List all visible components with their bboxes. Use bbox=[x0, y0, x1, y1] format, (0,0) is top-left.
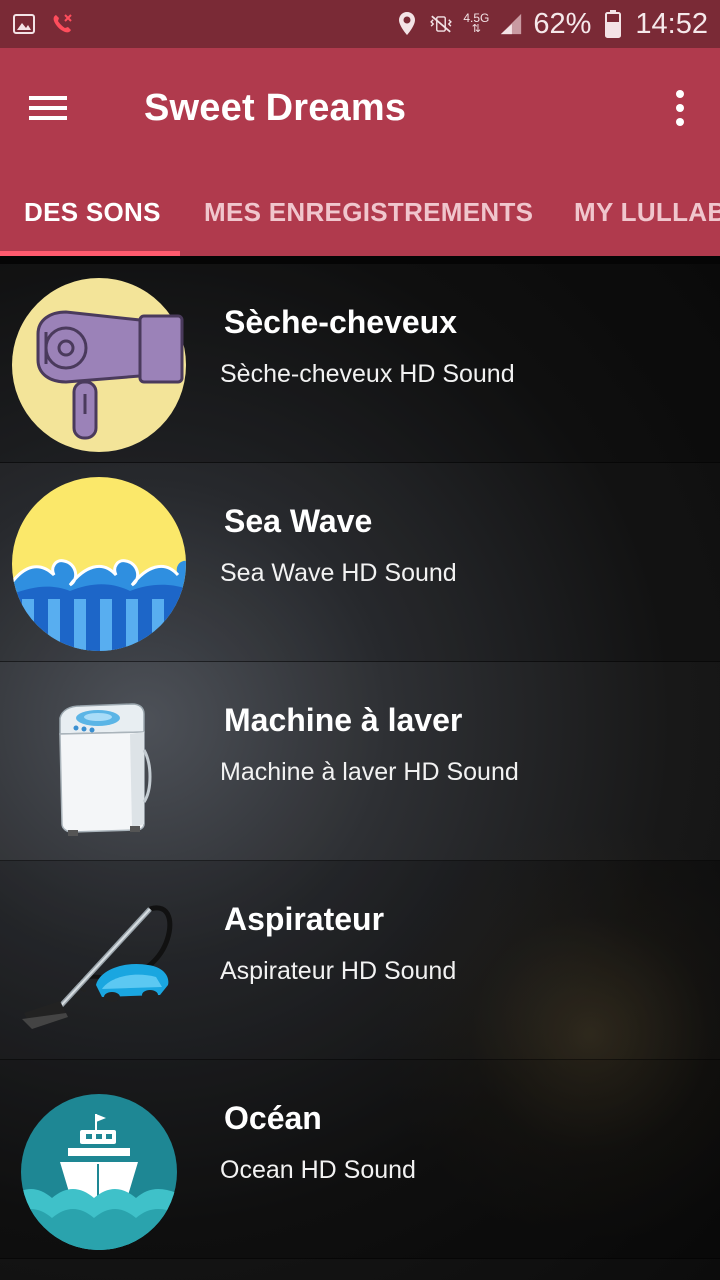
signal-icon bbox=[499, 12, 523, 36]
list-item[interactable]: Machine à laver Machine à laver HD Sound bbox=[0, 662, 720, 861]
tab-mes-enregistrements[interactable]: MES ENREGISTREMENTS bbox=[204, 168, 533, 256]
sound-list: Sèche-cheveux Sèche-cheveux HD Sound Sea… bbox=[0, 264, 720, 1280]
app-title: Sweet Dreams bbox=[144, 86, 407, 129]
sound-subtitle: Sèche-cheveux HD Sound bbox=[220, 360, 515, 388]
list-item[interactable]: Sea Wave Sea Wave HD Sound bbox=[0, 463, 720, 662]
list-item[interactable]: Sèche-cheveux Sèche-cheveux HD Sound bbox=[0, 264, 720, 463]
battery-percent: 62% bbox=[533, 7, 592, 40]
washing-machine-icon bbox=[59, 703, 152, 836]
tab-bar: DES SONS MES ENREGISTREMENTS MY LULLAB bbox=[0, 168, 720, 256]
vacuum-cleaner-icon bbox=[22, 905, 173, 1029]
hamburger-menu-icon[interactable] bbox=[0, 48, 96, 168]
sound-title: Machine à laver bbox=[224, 702, 463, 738]
list-item[interactable]: Océan Ocean HD Sound bbox=[0, 1060, 720, 1259]
tab-des-sons[interactable]: DES SONS bbox=[24, 168, 161, 256]
hair-dryer-icon bbox=[12, 278, 186, 452]
data-arrows-icon: ⇅ bbox=[471, 23, 481, 35]
sound-subtitle: Machine à laver HD Sound bbox=[220, 758, 519, 786]
divider bbox=[0, 256, 720, 264]
sound-subtitle: Ocean HD Sound bbox=[220, 1156, 416, 1184]
sound-subtitle: Aspirateur HD Sound bbox=[220, 957, 457, 985]
tab-my-lullabies[interactable]: MY LULLAB bbox=[574, 168, 720, 256]
ship-ocean-icon bbox=[21, 1094, 177, 1250]
gallery-icon bbox=[12, 12, 36, 36]
vibrate-mute-icon bbox=[429, 12, 453, 36]
list-item[interactable]: Aspirateur Aspirateur HD Sound bbox=[0, 861, 720, 1060]
sea-wave-icon bbox=[12, 477, 186, 651]
more-vert-icon[interactable] bbox=[640, 48, 720, 168]
sound-subtitle: Sea Wave HD Sound bbox=[220, 559, 457, 587]
sound-title: Sea Wave bbox=[224, 503, 373, 539]
location-icon bbox=[395, 12, 419, 36]
app-bar: Sweet Dreams bbox=[0, 48, 720, 168]
network-4g-icon: 4.5G ⇅ bbox=[463, 12, 489, 36]
battery-icon bbox=[601, 10, 625, 38]
clock: 14:52 bbox=[635, 7, 708, 40]
sound-title: Aspirateur bbox=[224, 901, 385, 937]
status-bar: 4.5G ⇅ 62% 14:52 bbox=[0, 0, 720, 48]
sound-title: Océan bbox=[224, 1100, 322, 1136]
sound-title: Sèche-cheveux bbox=[224, 304, 458, 340]
missed-call-icon bbox=[50, 12, 74, 36]
